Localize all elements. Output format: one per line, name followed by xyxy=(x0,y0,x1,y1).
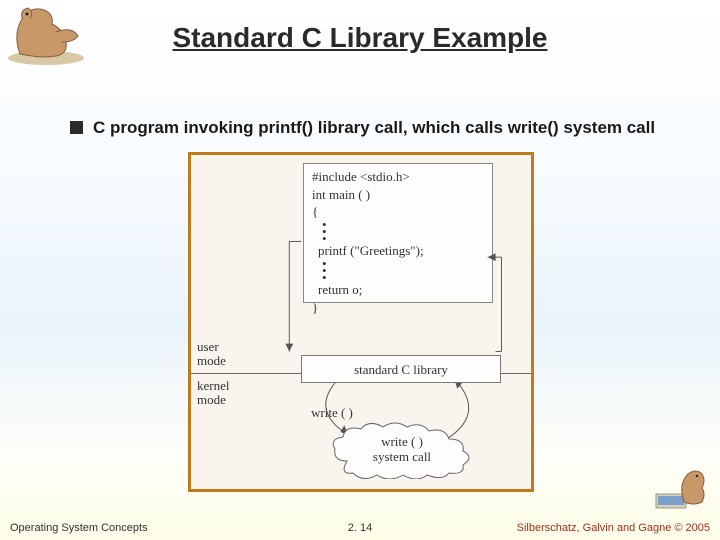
user-mode-label: user mode xyxy=(197,340,226,369)
slide-title: Standard C Library Example xyxy=(0,22,720,54)
footer-page-number: 2. 14 xyxy=(348,522,372,534)
write-call-label: write ( ) xyxy=(311,405,353,421)
diagram-frame: #include <stdio.h> int main ( ) { ••• pr… xyxy=(188,152,534,492)
standard-c-library-box: standard C library xyxy=(301,355,501,383)
footer-copyright: Silberschatz, Galvin and Gagne © 2005 xyxy=(517,522,710,534)
vertical-dots-icon: ••• xyxy=(312,221,484,242)
footer-left: Operating System Concepts xyxy=(10,522,148,534)
syscall-cloud-text: write ( ) system call xyxy=(341,435,463,465)
bullet-item: C program invoking printf() library call… xyxy=(70,118,690,138)
kernel-mode-label: kernel mode xyxy=(197,379,229,408)
bullet-square-icon xyxy=(70,121,83,134)
footer: Operating System Concepts 2. 14 Silbersc… xyxy=(0,516,720,540)
dinosaur-logo-bottom xyxy=(650,464,712,512)
bullet-text: C program invoking printf() library call… xyxy=(93,118,655,138)
code-line: } xyxy=(312,299,484,317)
code-line: #include <stdio.h> xyxy=(312,168,484,186)
vertical-dots-icon: ••• xyxy=(312,260,484,281)
code-line: return o; xyxy=(312,281,484,299)
code-line: printf ("Greetings"); xyxy=(312,242,484,260)
code-line: { xyxy=(312,203,484,221)
code-box: #include <stdio.h> int main ( ) { ••• pr… xyxy=(303,163,493,303)
code-line: int main ( ) xyxy=(312,186,484,204)
